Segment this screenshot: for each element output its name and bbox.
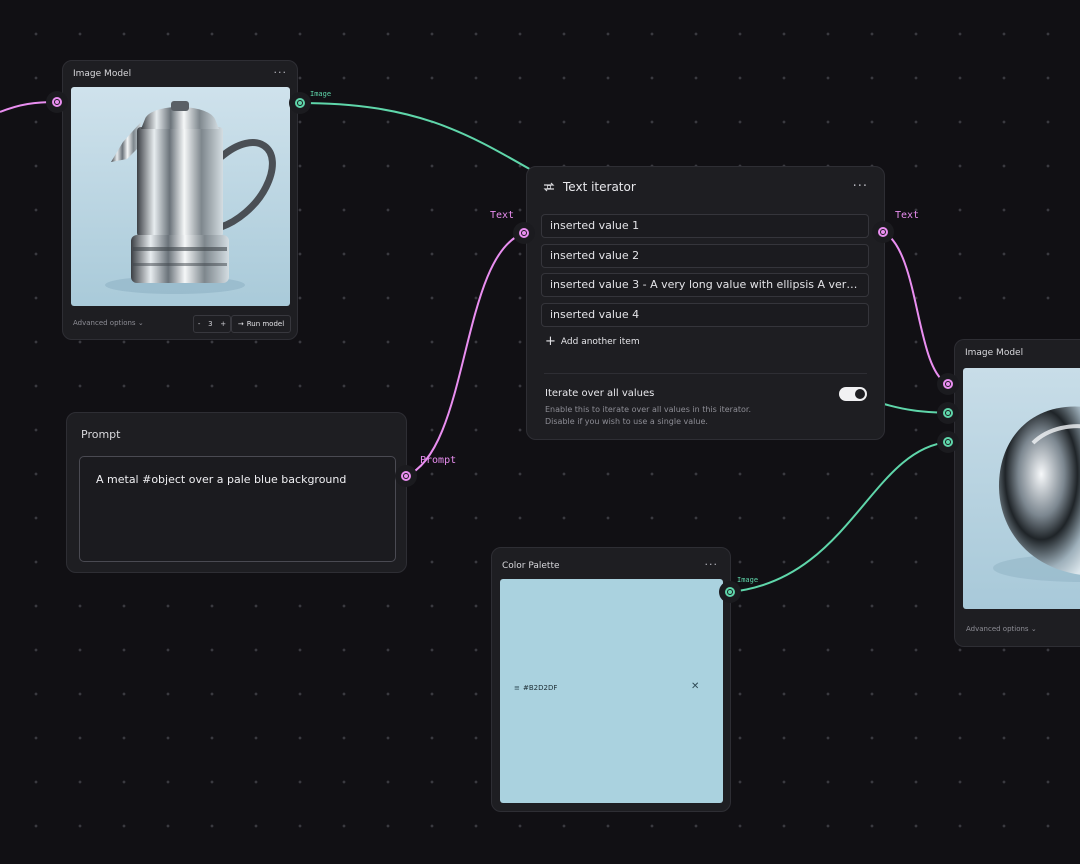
node-title: Image Model <box>73 69 132 79</box>
image-model-node[interactable]: Image Model Advanced options ⌄ <box>954 339 1080 647</box>
text-output-port[interactable] <box>872 221 894 243</box>
iterate-description: Disable if you wish to use a single valu… <box>545 417 708 426</box>
wire-palette-to-image-model-2 <box>729 441 949 593</box>
palette-image-output-label: Image <box>737 576 759 584</box>
toggle-knob <box>855 389 865 399</box>
iterate-toggle[interactable] <box>839 387 867 401</box>
color-palette-node[interactable]: Color Palette ··· ≡ #B2D2DF ✕ <box>491 547 731 812</box>
decrement-button[interactable]: - <box>198 320 201 328</box>
prompt-text: A metal #object over a pale blue backgro… <box>96 473 347 486</box>
color-swatch-area: ≡ #B2D2DF ✕ <box>500 579 723 803</box>
node-title: Image Model <box>965 348 1024 358</box>
apple-illustration <box>993 406 1080 582</box>
image-model-2-palette-port[interactable] <box>937 431 959 453</box>
wire-image-to-iterator <box>299 102 541 176</box>
iterate-title: Iterate over all values <box>545 388 655 399</box>
text-iterator-node[interactable]: Text iterator ··· inserted value 1 inser… <box>526 166 885 440</box>
stepper-value: 3 <box>208 320 213 328</box>
increment-button[interactable]: + <box>220 320 226 328</box>
wire-prompt-to-iterator <box>405 232 525 477</box>
generated-image <box>71 87 290 306</box>
text-input-port[interactable] <box>513 222 535 244</box>
teapot-illustration <box>105 101 276 294</box>
drag-handle-icon[interactable]: ≡ <box>514 684 520 692</box>
plus-icon: + <box>545 334 556 349</box>
quantity-stepper[interactable]: - 3 + <box>193 315 231 333</box>
iterator-item-input[interactable]: inserted value 4 <box>541 303 869 327</box>
iterator-item-input[interactable]: inserted value 2 <box>541 244 869 268</box>
advanced-options-label: Advanced options <box>73 319 136 327</box>
image-model-node[interactable]: Image Model ··· Advanced options ⌄ - 3 +… <box>62 60 298 340</box>
chevron-down-icon: ⌄ <box>1030 625 1037 633</box>
iterator-icon <box>542 179 556 193</box>
more-menu-icon[interactable]: ··· <box>705 558 719 571</box>
advanced-options-label: Advanced options <box>966 625 1029 633</box>
iterator-item-input[interactable]: inserted value 3 - A very long value wit… <box>541 273 869 297</box>
wire-iterator-to-image-model-2 <box>882 231 949 385</box>
image-output-label: Image <box>310 90 332 98</box>
node-title: Prompt <box>81 428 121 441</box>
iterator-item-input[interactable]: inserted value 1 <box>541 214 869 238</box>
image-model-2-text-port[interactable] <box>937 373 959 395</box>
more-menu-icon[interactable]: ··· <box>853 179 868 194</box>
generated-image <box>963 368 1080 609</box>
run-model-label: Run model <box>246 320 285 328</box>
prompt-textarea[interactable]: A metal #object over a pale blue backgro… <box>79 456 396 562</box>
run-model-button[interactable]: → Run model <box>231 315 291 333</box>
prompt-output-label: Prompt <box>420 455 457 466</box>
add-item-label: Add another item <box>560 337 640 347</box>
image-model-2-image-port[interactable] <box>937 402 959 424</box>
palette-image-output-port[interactable] <box>719 581 741 603</box>
text-output-label: Text <box>895 210 920 221</box>
more-menu-icon[interactable]: ··· <box>274 66 288 79</box>
node-title: Color Palette <box>502 561 560 571</box>
node-title: Text iterator <box>563 180 636 194</box>
image-model-input-port[interactable] <box>46 91 68 113</box>
advanced-options-link[interactable]: Advanced options ⌄ <box>73 319 144 327</box>
prompt-output-port[interactable] <box>395 465 417 487</box>
text-input-label: Text <box>490 210 515 221</box>
divider <box>544 373 867 374</box>
iterate-description: Enable this to iterate over all values i… <box>545 405 751 414</box>
close-icon[interactable]: ✕ <box>691 681 699 692</box>
add-item-button[interactable]: + Add another item <box>545 334 640 349</box>
chevron-down-icon: ⌄ <box>137 319 144 327</box>
prompt-node[interactable]: Prompt A metal #object over a pale blue … <box>66 412 407 573</box>
arrow-right-icon: → <box>237 320 244 328</box>
swatch-hex-label: #B2D2DF <box>523 684 558 692</box>
image-output-port[interactable] <box>289 92 311 114</box>
advanced-options-link[interactable]: Advanced options ⌄ <box>966 625 1037 633</box>
